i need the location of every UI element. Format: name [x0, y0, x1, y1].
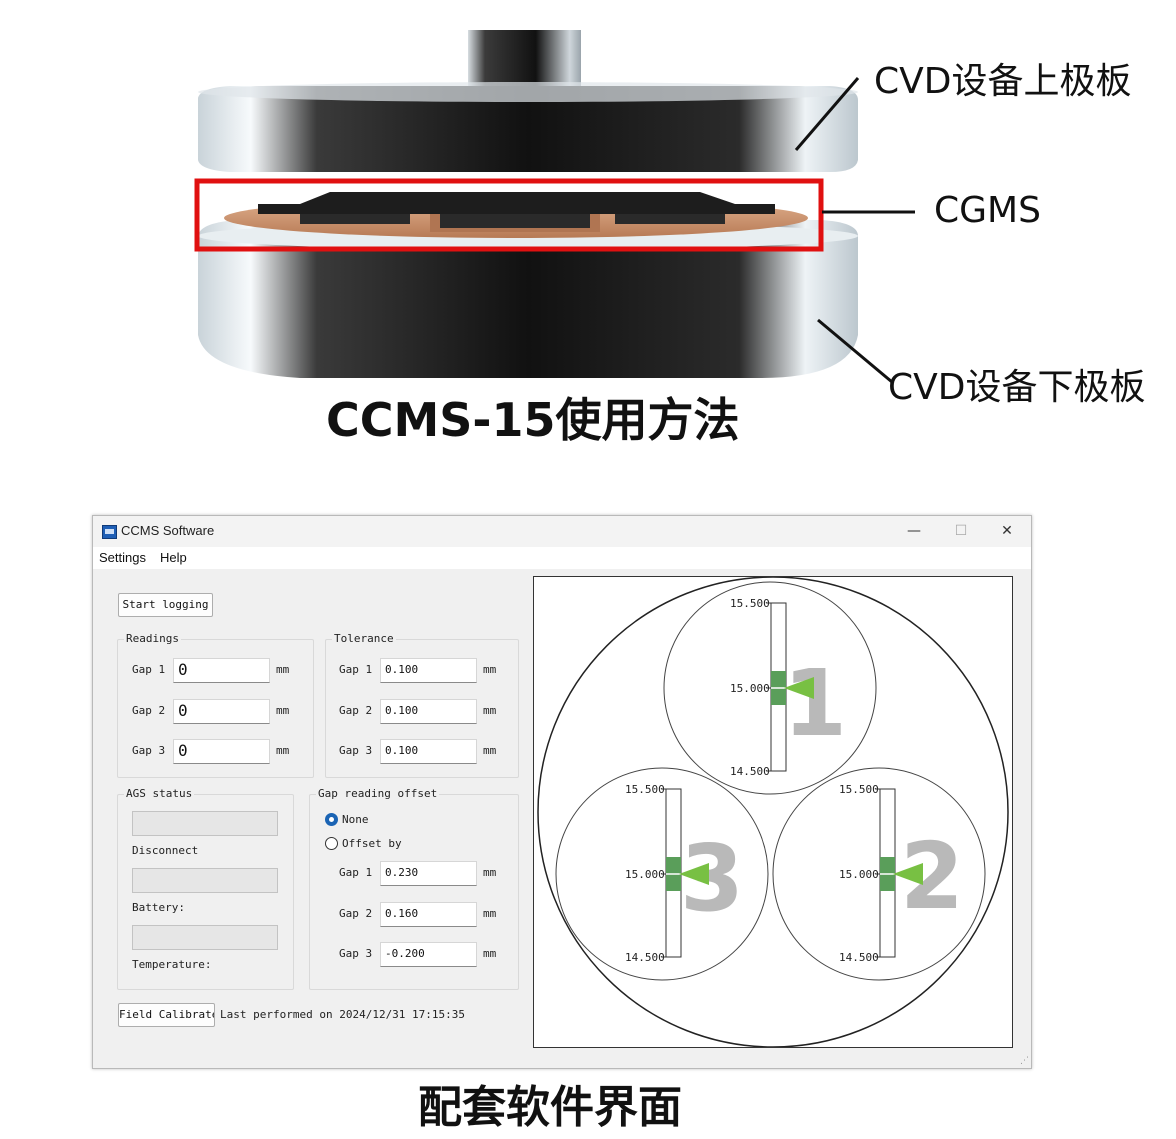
reading-gap1-label: Gap 1 [132, 663, 166, 676]
gauge-1-mid-tick-label: 15.000 [730, 682, 770, 695]
gauge-3-top-tick-label: 15.500 [625, 783, 665, 796]
offset-gap3-field[interactable]: -0.200 [380, 942, 477, 967]
offset-legend: Gap reading offset [316, 787, 440, 800]
menu-bar: Settings Help [93, 547, 1031, 569]
reading-gap1-field[interactable]: 0 [173, 658, 270, 683]
reading-gap2-unit: mm [276, 704, 290, 717]
radio-none[interactable] [325, 813, 338, 826]
title-bar[interactable]: CCMS Software — ☐ ✕ [93, 516, 1031, 547]
menu-settings[interactable]: Settings [99, 550, 146, 565]
minimize-button[interactable]: — [891, 516, 937, 547]
tolerance-gap3-label: Gap 3 [339, 744, 373, 757]
offset-gap2-unit: mm [483, 907, 497, 920]
gauge-1-bottom-tick-label: 14.500 [730, 765, 770, 778]
offset-gap1-unit: mm [483, 866, 497, 879]
tolerance-gap1-field[interactable]: 0.100 [380, 658, 477, 683]
tolerance-gap1-label: Gap 1 [339, 663, 373, 676]
gauge-1-numeral: 1 [783, 650, 847, 757]
gauge-drawing: 115.50015.00014.500215.50015.00014.50031… [537, 576, 1009, 1048]
readings-legend: Readings [124, 632, 181, 645]
software-caption: 配套软件界面 [418, 1082, 682, 1133]
offset-gap2-label: Gap 2 [339, 907, 373, 920]
offset-gap2-field[interactable]: 0.160 [380, 902, 477, 927]
resize-grip-icon[interactable]: ⋰ [1020, 1056, 1029, 1066]
tolerance-gap3-unit: mm [483, 744, 497, 757]
reading-gap3-unit: mm [276, 744, 290, 757]
gauge-3-bottom-tick-label: 14.500 [625, 951, 665, 964]
app-icon [102, 525, 117, 539]
callout-cgms: CGMS [934, 190, 1041, 231]
ccms-software-window: CCMS Software — ☐ ✕ Settings Help Start … [92, 515, 1032, 1069]
menu-help[interactable]: Help [160, 550, 187, 565]
gauge-3-mid-tick-label: 15.000 [625, 868, 665, 881]
gauge-2-bottom-tick-label: 14.500 [839, 951, 879, 964]
illustration-caption: CCMS-15使用方法 [326, 393, 740, 447]
ags-status-legend: AGS status [124, 787, 195, 800]
temperature-label: Temperature: [132, 958, 212, 971]
reading-gap1-unit: mm [276, 663, 290, 676]
maximize-button[interactable]: ☐ [938, 516, 984, 547]
gauge-3-numeral: 3 [680, 825, 744, 932]
gauge-2-mid-tick-label: 15.000 [839, 868, 879, 881]
cvd-illustration: CVD设备上极板 CGMS CVD设备下极板 CCMS-15使用方法 [0, 0, 1176, 470]
tolerance-gap2-unit: mm [483, 704, 497, 717]
radio-none-label[interactable]: None [342, 813, 369, 826]
tolerance-gap1-unit: mm [483, 663, 497, 676]
reading-gap2-label: Gap 2 [132, 704, 166, 717]
disconnect-label: Disconnect [132, 844, 199, 857]
reading-gap2-field[interactable]: 0 [173, 699, 270, 724]
offset-gap3-label: Gap 3 [339, 947, 373, 960]
callout-lower-plate: CVD设备下极板 [888, 367, 1146, 408]
last-calibration-text: Last performed on 2024/12/31 17:15:35 [220, 1008, 466, 1021]
offset-gap1-field[interactable]: 0.230 [380, 861, 477, 886]
radio-offset-by[interactable] [325, 837, 338, 850]
connection-status-box [132, 811, 278, 836]
close-button[interactable]: ✕ [984, 516, 1030, 547]
temperature-status-box [132, 925, 278, 950]
field-calibrate-button[interactable]: Field Calibrate [118, 1003, 215, 1027]
start-logging-button[interactable]: Start logging [118, 593, 213, 617]
tolerance-gap3-field[interactable]: 0.100 [380, 739, 477, 764]
gap-gauge-panel: 1 15.500 15.000 14.500 2 15.500 15.000 14.500 3 1… [533, 576, 1013, 1048]
reading-gap3-field[interactable]: 0 [173, 739, 270, 764]
window-title: CCMS Software [121, 523, 215, 538]
battery-label: Battery: [132, 901, 185, 914]
battery-status-box [132, 868, 278, 893]
gauge-2-top-tick-label: 15.500 [839, 783, 879, 796]
callout-upper-plate: CVD设备上极板 [874, 61, 1132, 102]
reading-gap3-label: Gap 3 [132, 744, 166, 757]
tolerance-gap2-field[interactable]: 0.100 [380, 699, 477, 724]
tolerance-legend: Tolerance [332, 632, 396, 645]
radio-offset-by-label[interactable]: Offset by [342, 837, 402, 850]
gauge-1-top-tick-label: 15.500 [730, 597, 770, 610]
offset-gap3-unit: mm [483, 947, 497, 960]
tolerance-gap2-label: Gap 2 [339, 704, 373, 717]
offset-gap1-label: Gap 1 [339, 866, 373, 879]
